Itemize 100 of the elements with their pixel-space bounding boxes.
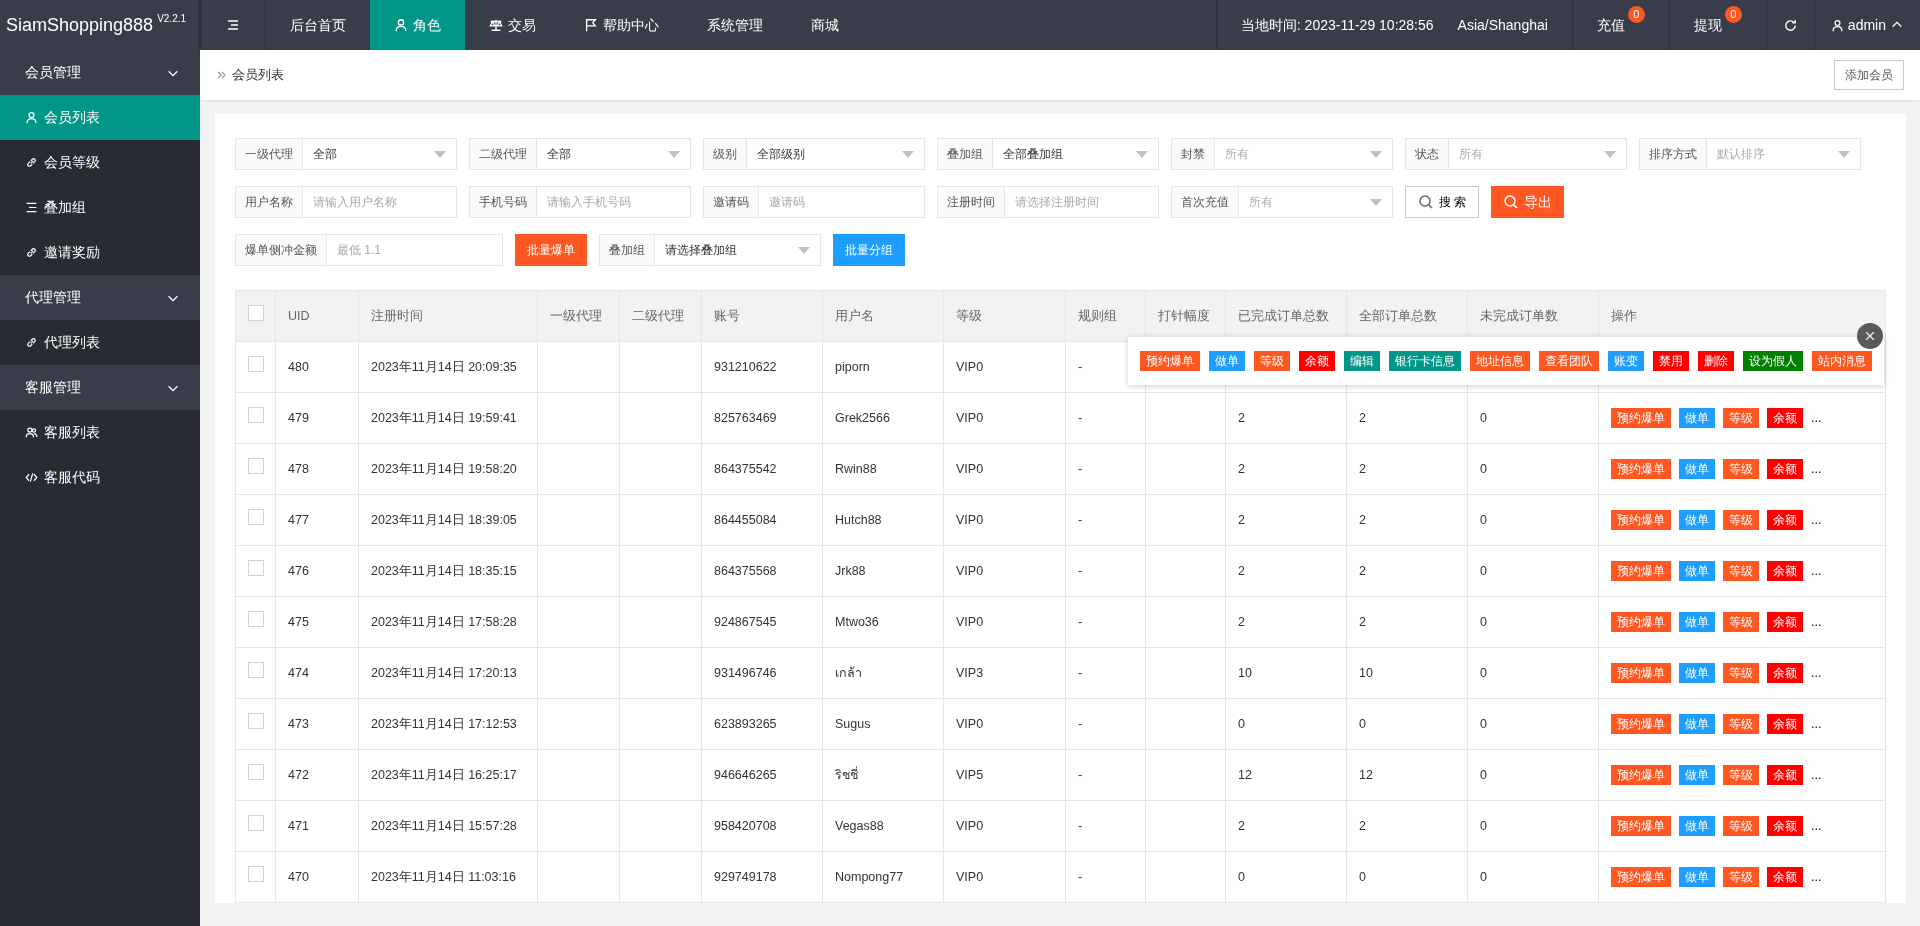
action-button[interactable]: 预约爆单	[1611, 459, 1671, 479]
action-button[interactable]: 做单	[1679, 561, 1715, 581]
checkbox[interactable]	[248, 866, 264, 883]
action-button[interactable]: 禁用	[1653, 351, 1689, 371]
select-field[interactable]: 叠加组 全部叠加组	[937, 138, 1159, 170]
action-button[interactable]: 等级	[1723, 867, 1759, 887]
action-button[interactable]: 预约爆单	[1611, 510, 1671, 530]
checkbox[interactable]	[248, 458, 264, 475]
sidebar-item[interactable]: 会员列表	[0, 95, 200, 140]
action-button[interactable]: 等级	[1723, 561, 1759, 581]
action-button[interactable]: 做单	[1679, 816, 1715, 836]
action-button[interactable]: 设为假人	[1743, 351, 1803, 371]
sidebar-group[interactable]: 会员管理	[0, 50, 200, 95]
action-button[interactable]: 余额	[1767, 867, 1803, 887]
input-field[interactable]: 手机号码 请输入手机号码	[469, 186, 691, 218]
more-button[interactable]: ...	[1811, 408, 1822, 428]
more-button[interactable]: ...	[1811, 561, 1822, 581]
more-button[interactable]: ...	[1811, 816, 1822, 836]
action-button[interactable]: 余额	[1767, 561, 1803, 581]
action-button[interactable]: 等级	[1723, 612, 1759, 632]
more-button[interactable]: ...	[1811, 765, 1822, 785]
action-button[interactable]: 做单	[1679, 765, 1715, 785]
checkbox[interactable]	[248, 356, 264, 373]
checkbox[interactable]	[248, 713, 264, 730]
action-button[interactable]: 等级	[1723, 408, 1759, 428]
select-field[interactable]: 二级代理 全部	[469, 138, 691, 170]
add-member-button[interactable]: 添加会员	[1834, 60, 1904, 90]
action-button[interactable]: 余额	[1767, 663, 1803, 683]
action-button[interactable]: 做单	[1679, 408, 1715, 428]
checkbox[interactable]	[248, 611, 264, 628]
sidebar-item[interactable]: 客服代码	[0, 455, 200, 500]
action-button[interactable]: 余额	[1767, 816, 1803, 836]
select-field[interactable]: 排序方式 默认排序	[1639, 138, 1861, 170]
action-button[interactable]: 做单	[1679, 510, 1715, 530]
action-button[interactable]: 做单	[1679, 714, 1715, 734]
search-button[interactable]: 搜 索	[1405, 186, 1480, 218]
action-button[interactable]: 删除	[1698, 351, 1734, 371]
nav-tab[interactable]: 系统管理	[683, 0, 787, 50]
action-button[interactable]: 等级	[1723, 765, 1759, 785]
action-button[interactable]: 批量分组	[833, 234, 905, 266]
more-button[interactable]: ...	[1811, 714, 1822, 734]
action-button[interactable]: 余额	[1767, 408, 1803, 428]
action-button[interactable]: 做单	[1679, 612, 1715, 632]
checkbox[interactable]	[248, 407, 264, 424]
action-button[interactable]: 地址信息	[1470, 351, 1530, 371]
action-button[interactable]: 做单	[1679, 867, 1715, 887]
action-button[interactable]: 预约爆单	[1611, 561, 1671, 581]
action-button[interactable]: 等级	[1723, 459, 1759, 479]
action-button[interactable]: 等级	[1723, 714, 1759, 734]
sidebar-group[interactable]: 客服管理	[0, 365, 200, 410]
action-button[interactable]: 做单	[1679, 663, 1715, 683]
nav-tab[interactable]: 交易	[465, 0, 560, 50]
sidebar-group[interactable]: 代理管理	[0, 275, 200, 320]
checkbox[interactable]	[248, 815, 264, 832]
action-button[interactable]: 站内消息	[1812, 351, 1872, 371]
nav-tab[interactable]: 后台首页	[266, 0, 370, 50]
select-field[interactable]: 一级代理 全部	[235, 138, 457, 170]
sidebar-item[interactable]: 客服列表	[0, 410, 200, 455]
nav-tab[interactable]: 帮助中心	[560, 0, 683, 50]
action-button[interactable]: 预约爆单	[1611, 816, 1671, 836]
more-button[interactable]: ...	[1811, 612, 1822, 632]
action-button[interactable]: 等级	[1723, 510, 1759, 530]
select-field[interactable]: 叠加组 请选择叠加组	[599, 234, 821, 266]
nav-tab[interactable]: 角色	[370, 0, 465, 50]
more-button[interactable]: ...	[1811, 459, 1822, 479]
input-field[interactable]: 用户名称 请输入用户名称	[235, 186, 457, 218]
top-link[interactable]: 提现	[1693, 14, 1722, 36]
action-button[interactable]: 余额	[1767, 612, 1803, 632]
action-button[interactable]: 预约爆单	[1611, 765, 1671, 785]
action-button[interactable]: 预约爆单	[1611, 612, 1671, 632]
action-button[interactable]: 编辑	[1344, 351, 1380, 371]
action-button[interactable]: 批量爆单	[515, 234, 587, 266]
action-button[interactable]: 账变	[1608, 351, 1644, 371]
action-button[interactable]: 查看团队	[1539, 351, 1599, 371]
action-button[interactable]: 预约爆单	[1140, 351, 1200, 371]
nav-tab[interactable]: 商城	[787, 0, 863, 50]
select-field[interactable]: 状态 所有	[1405, 138, 1627, 170]
sidebar-item[interactable]: 叠加组	[0, 185, 200, 230]
top-link[interactable]: 充值	[1596, 14, 1625, 36]
action-button[interactable]: 做单	[1209, 351, 1245, 371]
input-field[interactable]: 注册时间 请选择注册时间	[937, 186, 1159, 218]
select-field[interactable]: 级别 全部级别	[703, 138, 925, 170]
more-button[interactable]: ...	[1811, 867, 1822, 887]
sidebar-item[interactable]: 邀请奖励	[0, 230, 200, 275]
action-button[interactable]: 余额	[1767, 714, 1803, 734]
action-button[interactable]: 做单	[1679, 459, 1715, 479]
input-field[interactable]: 邀请码 邀请码	[703, 186, 925, 218]
action-button[interactable]: 预约爆单	[1611, 867, 1671, 887]
action-button[interactable]: 等级	[1723, 663, 1759, 683]
action-button[interactable]: 余额	[1767, 459, 1803, 479]
sidebar-item[interactable]: 会员等级	[0, 140, 200, 185]
checkbox[interactable]	[248, 662, 264, 679]
export-button[interactable]: 导出	[1491, 186, 1565, 218]
action-button[interactable]: 余额	[1767, 510, 1803, 530]
checkbox[interactable]	[248, 764, 264, 781]
action-button[interactable]: 银行卡信息	[1389, 351, 1461, 371]
more-button[interactable]: ...	[1811, 663, 1822, 683]
checkbox[interactable]	[248, 305, 264, 322]
sidebar-item[interactable]: 代理列表	[0, 320, 200, 365]
action-button[interactable]: 余额	[1299, 351, 1335, 371]
